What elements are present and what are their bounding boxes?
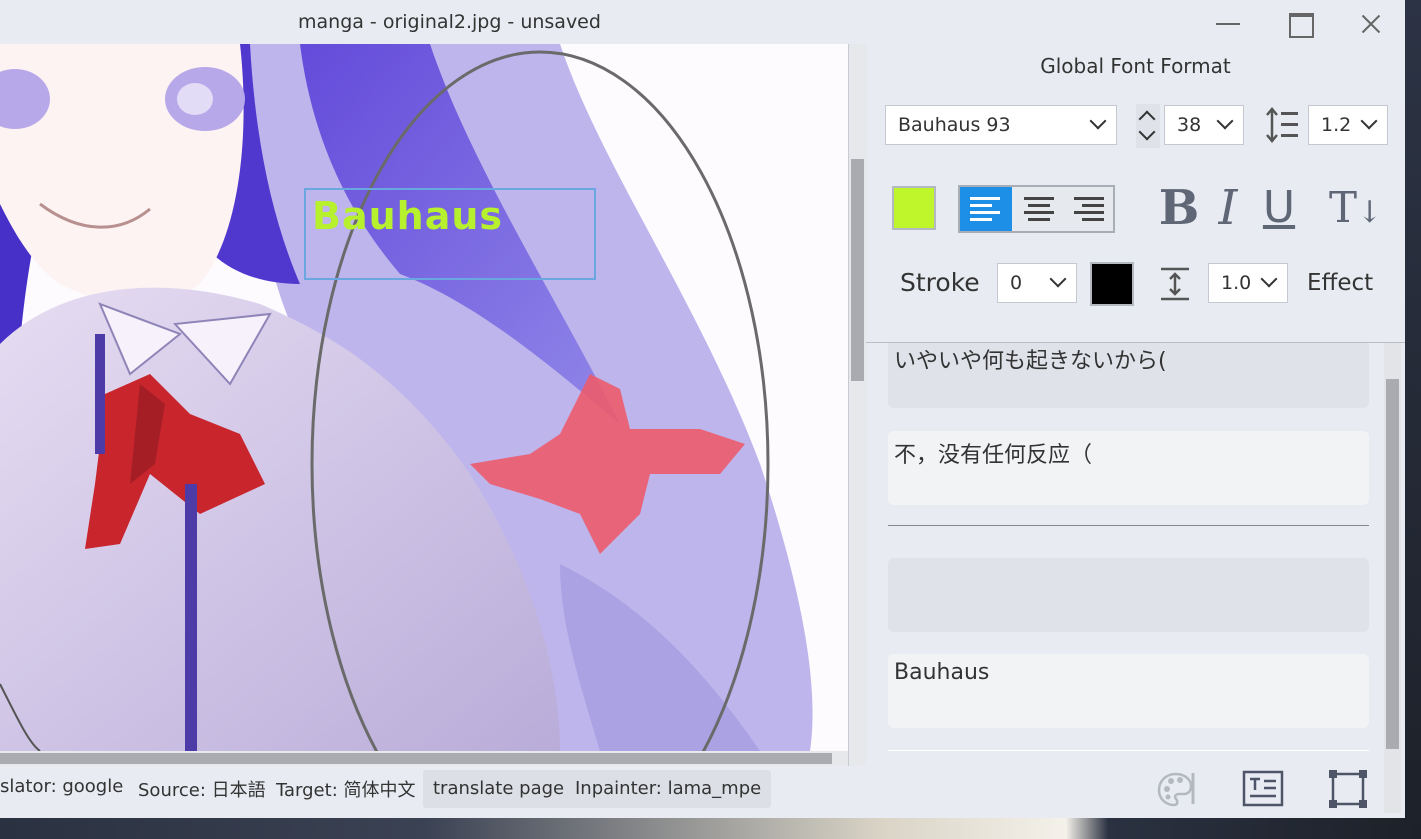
source-text-card[interactable] — [888, 558, 1369, 632]
vertical-text-button[interactable]: T↓ — [1329, 180, 1382, 236]
close-button[interactable] — [1353, 8, 1389, 40]
text-block-content[interactable]: Bauhaus — [312, 194, 503, 238]
font-size-spinner[interactable] — [1136, 104, 1160, 148]
translation-text[interactable]: Bauhaus — [894, 660, 989, 685]
align-left-button[interactable] — [960, 187, 1012, 231]
list-divider — [888, 525, 1369, 526]
font-size-select[interactable]: 38 — [1164, 105, 1244, 145]
text-list-scrollbar[interactable] — [1384, 343, 1401, 813]
vertical-arrow-icon: ↓ — [1357, 195, 1383, 230]
chevron-down-icon[interactable] — [1138, 123, 1156, 141]
letter-spacing-icon — [1161, 267, 1189, 301]
text-block-box[interactable]: Bauhaus — [304, 188, 596, 280]
bold-button[interactable]: B — [1155, 180, 1203, 236]
translation-text[interactable]: 不，没有任何反应（ — [894, 443, 1092, 468]
palette-icon[interactable] — [1156, 768, 1198, 810]
stroke-width-select[interactable]: 0 — [997, 263, 1077, 303]
font-color-picker[interactable] — [892, 186, 936, 230]
line-spacing-value: 1.2 — [1321, 114, 1352, 136]
translator-selector[interactable]: slator: google — [0, 776, 123, 797]
align-right-button[interactable] — [1064, 187, 1116, 231]
font-family-select[interactable]: Bauhaus 93 — [885, 105, 1117, 145]
text-block-list: いやいや何も起きないから( 不，没有任何反应（ Bauhaus — [866, 342, 1405, 813]
source-text[interactable]: いやいや何も起きないから( — [894, 349, 1167, 374]
alignment-group — [958, 185, 1115, 233]
chevron-down-icon — [1089, 112, 1107, 130]
effect-button[interactable]: Effect — [1307, 270, 1373, 296]
canvas-horizontal-scrollbar[interactable] — [0, 751, 848, 766]
underline-button[interactable]: U — [1255, 180, 1303, 236]
chevron-down-icon — [1360, 112, 1378, 130]
target-language-selector[interactable]: Target: 简体中文 — [276, 776, 415, 802]
translate-page-button[interactable]: translate page — [423, 770, 575, 808]
font-family-value: Bauhaus 93 — [898, 114, 1011, 136]
desktop-background-strip — [0, 818, 1421, 839]
chevron-down-icon — [1260, 270, 1278, 288]
canvas-horizontal-scroll-thumb[interactable] — [0, 753, 832, 764]
vertical-text-label: T — [1329, 183, 1358, 232]
panel-title: Global Font Format — [1040, 54, 1231, 78]
app-window: manga - original2.jpg - unsaved Bauhaus … — [0, 0, 1405, 818]
stroke-width-value: 0 — [1010, 272, 1023, 294]
align-center-button[interactable] — [1013, 187, 1065, 231]
stroke-label: Stroke — [900, 268, 980, 297]
select-rect-icon[interactable] — [1327, 768, 1369, 810]
chevron-down-icon — [1049, 270, 1067, 288]
desktop-background — [1405, 0, 1421, 839]
source-language-selector[interactable]: Source: 日本語 — [138, 776, 266, 802]
canvas-vertical-scrollbar[interactable] — [848, 44, 866, 766]
italic-button[interactable]: I — [1204, 180, 1252, 236]
minimize-button[interactable] — [1210, 8, 1246, 40]
maximize-button[interactable] — [1283, 8, 1319, 40]
letter-spacing-select[interactable]: 1.0 — [1208, 263, 1288, 303]
chevron-down-icon — [1216, 112, 1234, 130]
source-text-card[interactable]: いやいや何も起きないから( — [888, 343, 1369, 408]
translation-text-card[interactable]: Bauhaus — [888, 654, 1369, 728]
letter-spacing-value: 1.0 — [1221, 272, 1252, 294]
title-bar: manga - original2.jpg - unsaved — [0, 0, 1405, 44]
text-list-scroll-thumb[interactable] — [1386, 379, 1399, 749]
inpainter-selector[interactable]: Inpainter: lama_mpe — [565, 770, 772, 808]
manga-illustration — [0, 44, 848, 751]
font-format-panel: Global Font Format Bauhaus 93 38 1.2 B I… — [866, 44, 1405, 818]
line-spacing-icon — [1266, 107, 1298, 143]
text-format-icon[interactable] — [1242, 768, 1284, 810]
status-bar: slator: google Source: 日本語 Target: 简体中文 … — [0, 768, 860, 810]
translation-text-card[interactable]: 不，没有任何反应（ — [888, 431, 1369, 505]
canvas-vertical-scroll-thumb[interactable] — [851, 159, 864, 381]
font-size-value: 38 — [1177, 114, 1202, 136]
stroke-color-picker[interactable] — [1090, 262, 1134, 306]
window-title: manga - original2.jpg - unsaved — [298, 11, 601, 33]
line-spacing-select[interactable]: 1.2 — [1308, 105, 1388, 145]
image-canvas[interactable]: Bauhaus — [0, 44, 849, 751]
list-divider — [888, 750, 1369, 751]
